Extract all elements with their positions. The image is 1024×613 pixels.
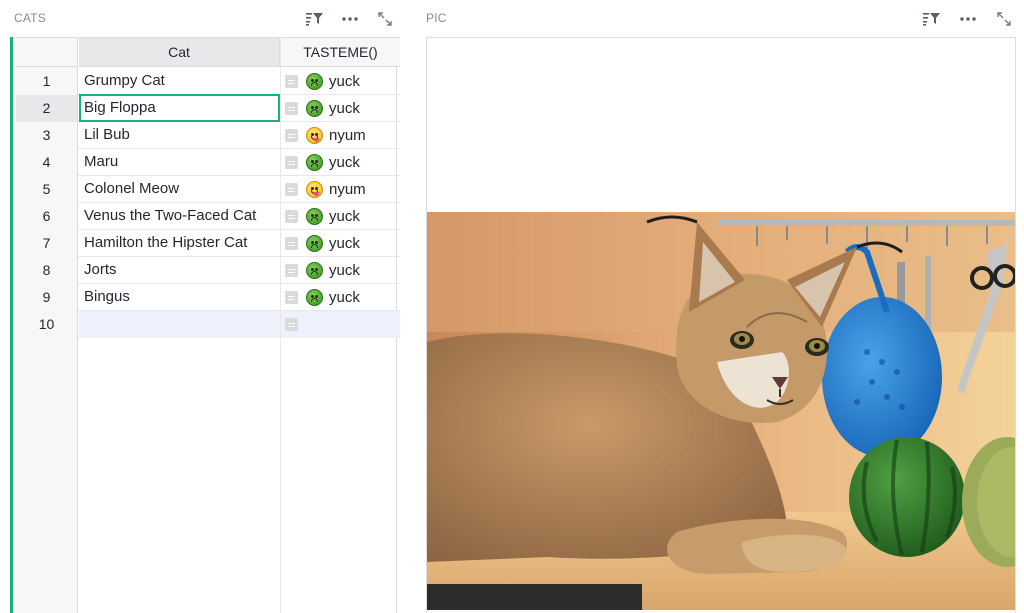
row-number[interactable]: 6	[16, 203, 78, 230]
taste-label: yuck	[329, 73, 360, 90]
cat-name-cell[interactable]: Venus the Two-Faced Cat	[79, 203, 280, 230]
tasteme-cell[interactable]: yuck	[281, 68, 400, 95]
expand-icon[interactable]	[994, 9, 1014, 29]
table-row[interactable]: 10	[16, 311, 400, 338]
table-row[interactable]: 8 Jorts yuck	[16, 257, 400, 284]
taste-label: yuck	[329, 235, 360, 252]
cat-name-cell[interactable]: Lil Bub	[79, 122, 280, 149]
cats-widget-title: CATS	[14, 11, 46, 25]
cell-menu-icon[interactable]	[285, 75, 298, 88]
taste-label: yuck	[329, 154, 360, 171]
tasteme-cell[interactable]: nyum	[281, 122, 400, 149]
sick-face-icon	[306, 235, 323, 252]
table-row[interactable]: 7 Hamilton the Hipster Cat yuck	[16, 230, 400, 257]
cell-menu-icon[interactable]	[285, 210, 298, 223]
table-row[interactable]: 3 Lil Bub nyum	[16, 122, 400, 149]
row-number[interactable]: 5	[16, 176, 78, 203]
taste-label: nyum	[329, 127, 366, 144]
cell-menu-icon[interactable]	[285, 102, 298, 115]
tasteme-cell[interactable]	[281, 311, 400, 338]
table-row[interactable]: 6 Venus the Two-Faced Cat yuck	[16, 203, 400, 230]
table-row[interactable]: 9 Bingus yuck	[16, 284, 400, 311]
table-row[interactable]: 2 Big Floppa yuck	[16, 94, 400, 122]
expand-icon[interactable]	[375, 9, 395, 29]
more-options-icon[interactable]	[340, 9, 360, 29]
sick-face-icon	[306, 289, 323, 306]
select-all-corner[interactable]	[16, 37, 78, 67]
cell-menu-icon[interactable]	[285, 237, 298, 250]
row-number[interactable]: 3	[16, 122, 78, 149]
tasteme-cell[interactable]: yuck	[281, 257, 400, 284]
row-number[interactable]: 4	[16, 149, 78, 176]
table-row[interactable]: 4 Maru yuck	[16, 149, 400, 176]
cat-name-cell[interactable]: Bingus	[79, 284, 280, 311]
sick-face-icon	[306, 100, 323, 117]
cat-name-cell[interactable]	[79, 311, 280, 338]
table-row[interactable]: 5 Colonel Meow nyum	[16, 176, 400, 203]
cat-name-cell[interactable]: Grumpy Cat	[79, 68, 280, 95]
taste-label: yuck	[329, 289, 360, 306]
taste-label: yuck	[329, 262, 360, 279]
row-number[interactable]: 9	[16, 284, 78, 311]
cell-menu-icon[interactable]	[285, 129, 298, 142]
row-number[interactable]: 7	[16, 230, 78, 257]
cats-table: Cat TASTEME() 1 Grumpy Cat yuck 2 Big Floppa…	[10, 37, 400, 613]
cell-menu-icon[interactable]	[285, 183, 298, 196]
sick-face-icon	[306, 73, 323, 90]
column-header-cat[interactable]: Cat	[79, 37, 280, 67]
tasteme-cell[interactable]: yuck	[281, 284, 400, 311]
row-number[interactable]: 8	[16, 257, 78, 284]
column-header-tasteme[interactable]: TASTEME()	[281, 37, 400, 67]
cat-name-cell[interactable]: Colonel Meow	[79, 176, 280, 203]
cat-name-cell[interactable]: Maru	[79, 149, 280, 176]
yum-face-icon	[306, 181, 323, 198]
row-number[interactable]: 2	[16, 95, 78, 122]
taste-label: nyum	[329, 181, 366, 198]
more-options-icon[interactable]	[958, 9, 978, 29]
cat-name-cell[interactable]: Jorts	[79, 257, 280, 284]
cat-name-cell[interactable]: Big Floppa	[79, 95, 280, 122]
table-row[interactable]: 1 Grumpy Cat yuck	[16, 68, 400, 95]
tasteme-cell[interactable]: yuck	[281, 230, 400, 257]
sick-face-icon	[306, 154, 323, 171]
pic-panel	[426, 37, 1016, 613]
sort-filter-icon[interactable]	[922, 9, 942, 29]
sick-face-icon	[306, 208, 323, 225]
tasteme-cell[interactable]: yuck	[281, 203, 400, 230]
sort-filter-icon[interactable]	[305, 9, 325, 29]
cell-menu-icon[interactable]	[285, 318, 298, 331]
pic-widget-title: PIC	[426, 11, 447, 25]
taste-label: yuck	[329, 100, 360, 117]
tasteme-cell[interactable]: yuck	[281, 95, 400, 122]
yum-face-icon	[306, 127, 323, 144]
row-number[interactable]: 1	[16, 68, 78, 95]
cell-menu-icon[interactable]	[285, 156, 298, 169]
cell-menu-icon[interactable]	[285, 264, 298, 277]
tasteme-cell[interactable]: yuck	[281, 149, 400, 176]
tasteme-cell[interactable]: nyum	[281, 176, 400, 203]
row-number[interactable]: 10	[16, 311, 78, 338]
cell-menu-icon[interactable]	[285, 291, 298, 304]
cat-picture[interactable]	[427, 212, 1015, 610]
cat-name-cell[interactable]: Hamilton the Hipster Cat	[79, 230, 280, 257]
taste-label: yuck	[329, 208, 360, 225]
sick-face-icon	[306, 262, 323, 279]
